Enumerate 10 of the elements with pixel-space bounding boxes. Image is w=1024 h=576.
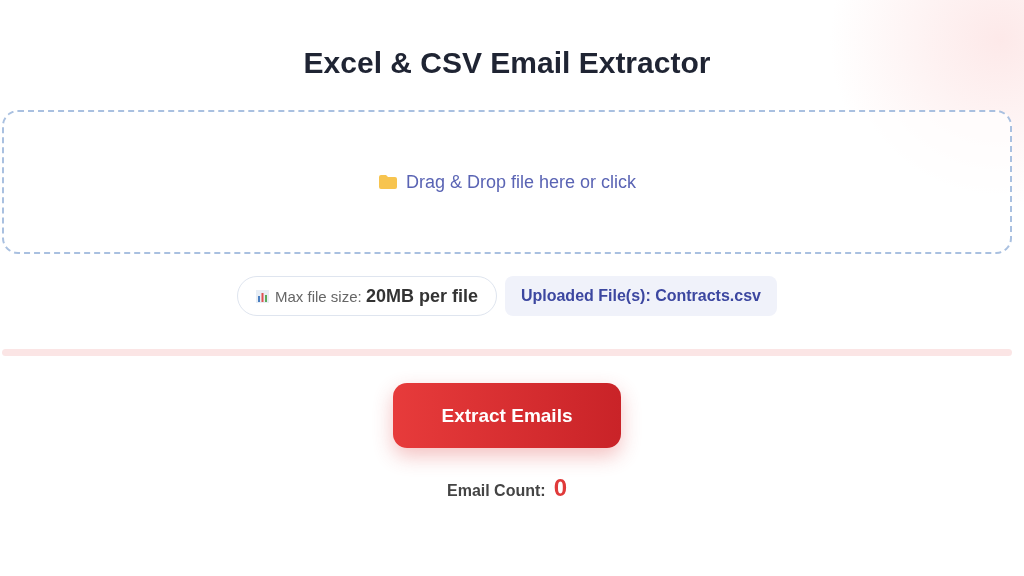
page-title: Excel & CSV Email Extractor xyxy=(303,46,711,80)
drop-zone[interactable]: Drag & Drop file here or click xyxy=(2,110,1012,254)
drop-zone-label: Drag & Drop file here or click xyxy=(405,171,637,193)
bar-chart-icon xyxy=(256,289,269,303)
email-count-value: 0 xyxy=(553,474,567,502)
email-count-label: Email Count: xyxy=(447,482,546,500)
uploaded-files-label: Uploaded File(s): Contracts.csv xyxy=(504,276,777,316)
extract-button[interactable]: Extract Emails xyxy=(393,383,621,448)
folder-icon xyxy=(377,174,398,190)
max-size-text: Max file size: 20MB per file xyxy=(275,285,478,307)
